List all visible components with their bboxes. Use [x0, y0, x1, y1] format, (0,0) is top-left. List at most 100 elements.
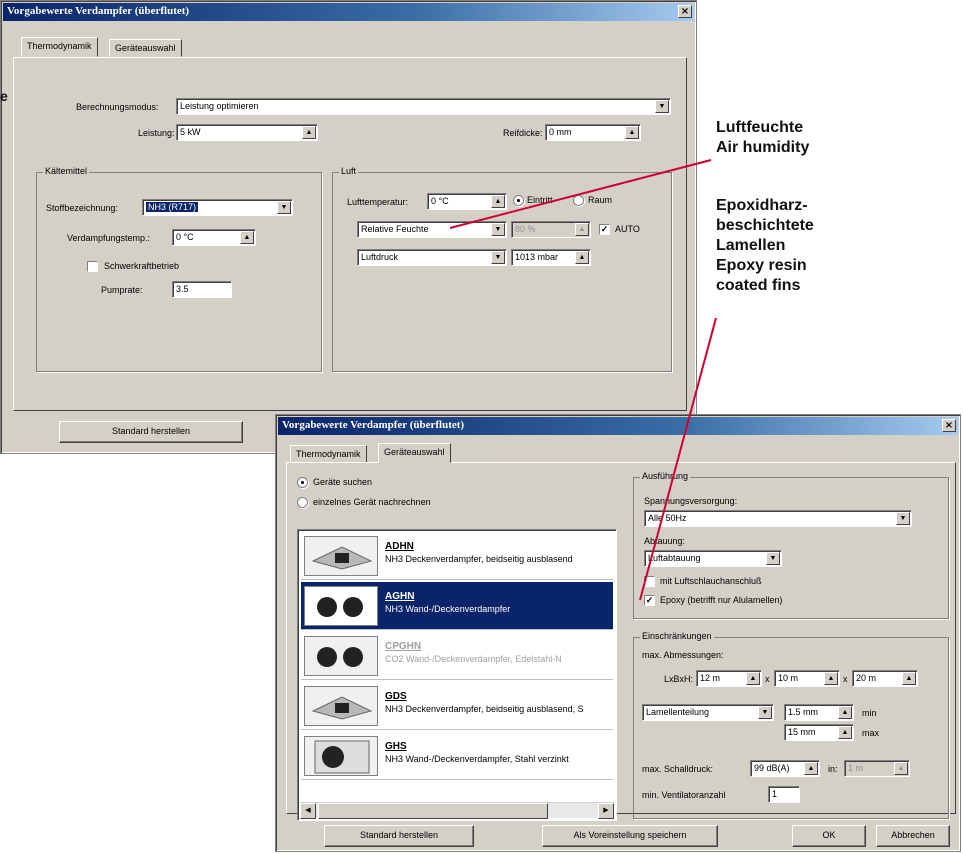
auto-label: AUTO: [615, 224, 640, 234]
spinner-icon[interactable]: ▲: [838, 706, 852, 719]
min-label: min: [862, 708, 877, 718]
spinner-icon[interactable]: ▲: [804, 762, 818, 775]
chevron-down-icon[interactable]: ▼: [766, 552, 780, 565]
abtauung-label: Abtauung:: [644, 536, 686, 546]
scroll-left-icon[interactable]: ◀: [300, 803, 316, 819]
annotation-text: Lamellen: [716, 237, 786, 254]
device-list[interactable]: ADHN NH3 Deckenverdampfer, beidseitig au…: [297, 529, 617, 821]
kaeltemittel-title: Kältemittel: [43, 166, 90, 176]
auto-checkbox[interactable]: ✓: [599, 224, 610, 235]
geraet-nachrechnen-radio[interactable]: [297, 497, 308, 508]
verdampfungstemp-input[interactable]: 0 °C ▲: [172, 229, 256, 246]
ok-button[interactable]: OK: [792, 825, 866, 847]
spinner-icon[interactable]: ▲: [902, 672, 916, 685]
spinner-icon[interactable]: ▲: [575, 251, 589, 264]
lbh-label: LxBxH:: [664, 674, 694, 684]
list-item[interactable]: GDS NH3 Deckenverdampfer, beidseitig aus…: [301, 682, 613, 730]
device-desc: CO2 Wand-/Deckenverdampfer, Edelstahl-N: [385, 654, 562, 664]
schwerkraft-checkbox[interactable]: [87, 261, 98, 272]
einschraenkungen-title: Einschränkungen: [640, 631, 714, 641]
list-item[interactable]: AGHN NH3 Wand-/Deckenverdampfer: [301, 582, 613, 630]
feuchte-select[interactable]: Relative Feuchte ▼: [357, 221, 507, 238]
reifdicke-label: Reifdicke:: [503, 128, 543, 138]
stoff-select[interactable]: NH3 (R717) ▼: [142, 199, 293, 216]
luft-title: Luft: [339, 166, 359, 176]
spinner-icon[interactable]: ▲: [625, 126, 639, 139]
druck-value-input[interactable]: 1013 mbar ▲: [511, 249, 591, 266]
chevron-down-icon[interactable]: ▼: [896, 512, 910, 525]
scroll-right-icon[interactable]: ▶: [598, 803, 614, 819]
list-item[interactable]: GHS NH3 Wand-/Deckenverdampfer, Stahl ve…: [301, 732, 613, 780]
lufttemp-label: Lufttemperatur:: [347, 197, 409, 207]
epoxy-checkbox[interactable]: ✓: [644, 595, 655, 606]
close-button[interactable]: ×: [942, 419, 956, 432]
lamellen-select[interactable]: Lamellenteilung ▼: [642, 704, 774, 721]
annotation-text: Luftfeuchte: [716, 119, 804, 136]
standard-herstellen-button[interactable]: Standard herstellen: [324, 825, 474, 847]
tab-panel: Berechnungsmodus: Leistung optimieren ▼ L…: [13, 57, 687, 411]
spinner-icon[interactable]: ▲: [491, 195, 505, 208]
close-button[interactable]: ×: [678, 5, 692, 18]
druck-select[interactable]: Luftdruck ▼: [357, 249, 507, 266]
chevron-down-icon[interactable]: ▼: [491, 251, 505, 264]
horizontal-scrollbar[interactable]: ◀ ▶: [300, 802, 614, 819]
spinner-icon[interactable]: ▲: [838, 726, 852, 739]
laenge-input[interactable]: 12 m ▲: [696, 670, 762, 687]
annotation-text: Epoxidharz-: [716, 197, 808, 214]
voreinstellung-speichern-button[interactable]: Als Voreinstellung speichern: [542, 825, 718, 847]
spinner-icon[interactable]: ▲: [824, 672, 838, 685]
lamellen-min-input[interactable]: 1.5 mm ▲: [784, 704, 854, 721]
pumprate-input[interactable]: 3.5: [172, 281, 232, 298]
list-item[interactable]: ADHN NH3 Deckenverdampfer, beidseitig au…: [301, 532, 613, 580]
leistung-input[interactable]: 5 kW ▲: [176, 124, 318, 141]
eintritt-radio[interactable]: [513, 195, 524, 206]
berechnungsmodus-select[interactable]: Leistung optimieren ▼: [176, 98, 671, 115]
abbrechen-button[interactable]: Abbrechen: [876, 825, 950, 847]
spannung-select[interactable]: Alle 50Hz ▼: [644, 510, 912, 527]
tab-thermodynamik[interactable]: Thermodynamik: [21, 37, 98, 57]
device-thumbnail: [304, 536, 378, 576]
abtauung-select[interactable]: Luftabtauung ▼: [644, 550, 782, 567]
spinner-icon[interactable]: ▲: [746, 672, 760, 685]
device-desc: NH3 Wand-/Deckenverdampfer: [385, 604, 511, 614]
annotation-epoxy: Epoxidharz- beschichtete Lamellen Epoxy …: [716, 196, 814, 296]
annotation-text: Epoxy resin: [716, 257, 807, 274]
chevron-down-icon[interactable]: ▼: [655, 100, 669, 113]
tab-thermodynamik[interactable]: Thermodynamik: [290, 445, 367, 463]
hoehe-input[interactable]: 20 m ▲: [852, 670, 918, 687]
spinner-icon: ▲: [575, 223, 589, 236]
chevron-down-icon[interactable]: ▼: [758, 706, 772, 719]
spinner-icon[interactable]: ▲: [240, 231, 254, 244]
tab-geraeteauswahl[interactable]: Geräteauswahl: [378, 443, 451, 463]
spinner-icon[interactable]: ▲: [302, 126, 316, 139]
tab-geraeteauswahl[interactable]: Geräteauswahl: [109, 39, 182, 57]
chevron-down-icon[interactable]: ▼: [277, 201, 291, 214]
standard-herstellen-button[interactable]: Standard herstellen: [59, 421, 243, 443]
kaeltemittel-group: Kältemittel Stoffbezeichnung: NH3 (R717)…: [36, 166, 322, 372]
stoff-label: Stoffbezeichnung:: [46, 203, 118, 213]
breite-input[interactable]: 10 m ▲: [774, 670, 840, 687]
lufttemp-input[interactable]: 0 °C ▲: [427, 193, 507, 210]
ventilator-input[interactable]: 1: [768, 786, 800, 803]
abmessungen-label: max. Abmessungen:: [642, 650, 724, 660]
list-item[interactable]: CPGHN CO2 Wand-/Deckenverdampfer, Edelst…: [301, 632, 613, 680]
reifdicke-input[interactable]: 0 mm ▲: [545, 124, 641, 141]
lamellen-max-input[interactable]: 15 mm ▲: [784, 724, 854, 741]
geraete-suchen-radio[interactable]: [297, 477, 308, 488]
device-desc: NH3 Deckenverdampfer, beidseitig ausblas…: [385, 704, 584, 714]
device-thumbnail: [304, 586, 378, 626]
pumprate-label: Pumprate:: [101, 285, 143, 295]
feuchte-value-input: 80 % ▲: [511, 221, 591, 238]
eintritt-label: Eintritt: [527, 195, 553, 205]
x-label: x: [765, 674, 770, 684]
tab-panel: Geräte suchen einzelnes Gerät nachrechne…: [286, 462, 956, 821]
scroll-thumb[interactable]: [318, 803, 548, 819]
luftschlauch-checkbox[interactable]: [644, 576, 655, 587]
device-desc: NH3 Deckenverdampfer, beidseitig ausblas…: [385, 554, 573, 564]
abstand-input: 1 m ▲: [844, 760, 910, 777]
raum-radio[interactable]: [573, 195, 584, 206]
schalldruck-input[interactable]: 99 dB(A) ▲: [750, 760, 820, 777]
device-name: GDS: [385, 691, 407, 702]
chevron-down-icon[interactable]: ▼: [491, 223, 505, 236]
max-label: max: [862, 728, 880, 738]
